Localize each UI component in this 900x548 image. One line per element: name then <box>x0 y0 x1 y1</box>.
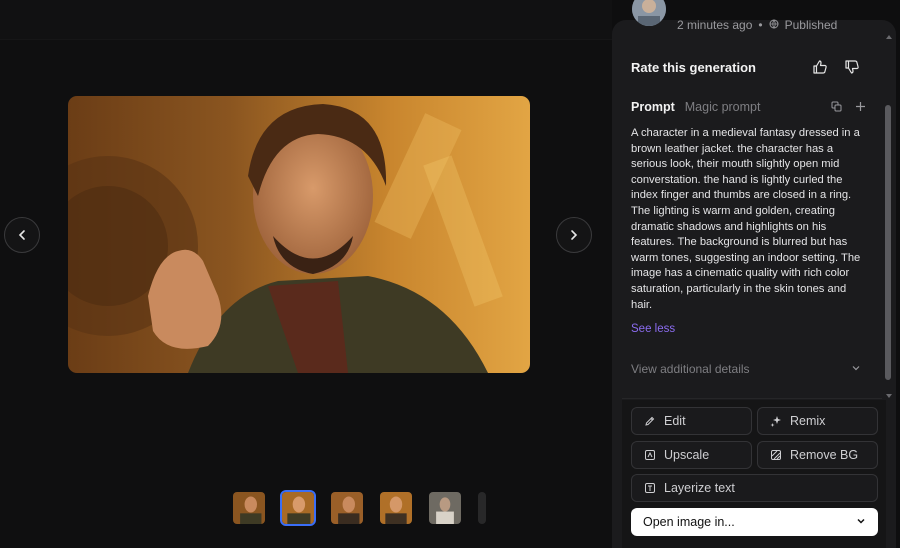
chevron-right-icon <box>571 230 578 240</box>
remove-bg-icon <box>771 450 781 460</box>
scrollbar[interactable] <box>885 95 891 395</box>
prompt-card: Prompt Magic prompt A character in a med… <box>620 92 878 392</box>
generated-image <box>68 96 530 373</box>
thumbnail[interactable] <box>231 490 267 526</box>
chevron-down-icon <box>851 362 861 376</box>
open-image-label: Open image in... <box>643 515 735 529</box>
top-bar <box>0 0 612 40</box>
scrollbar-thumb[interactable] <box>885 105 891 380</box>
see-less-link[interactable]: See less <box>631 323 675 335</box>
copy-icon[interactable] <box>830 100 842 112</box>
thumbs-down-icon[interactable] <box>843 58 861 76</box>
chevron-down-icon <box>856 515 866 529</box>
thumbnail[interactable] <box>427 490 463 526</box>
layerize-label: Layerize text <box>664 481 735 495</box>
globe-icon <box>769 18 779 32</box>
sparkle-icon <box>770 416 781 427</box>
edit-label: Edit <box>664 414 686 428</box>
thumbnail[interactable] <box>476 490 488 526</box>
visibility-status: Published <box>784 18 838 32</box>
prompt-tabs: Prompt Magic prompt <box>631 100 760 114</box>
remix-label: Remix <box>790 414 826 428</box>
divider <box>622 398 882 399</box>
layerize-text-button[interactable]: Layerize text <box>631 474 878 502</box>
upscale-label: Upscale <box>664 448 710 462</box>
remix-button[interactable]: Remix <box>757 407 878 435</box>
timestamp: 2 minutes ago <box>677 18 753 32</box>
scroll-down-arrow[interactable] <box>885 387 893 398</box>
remove-bg-button[interactable]: Remove BG <box>757 441 878 469</box>
image-viewer <box>0 0 612 548</box>
thumbs-up-icon[interactable] <box>811 58 829 76</box>
previous-image-button[interactable] <box>4 217 40 253</box>
plus-icon[interactable] <box>854 100 866 112</box>
remove-bg-label: Remove BG <box>790 448 859 462</box>
chevron-left-icon <box>18 230 25 240</box>
thumbnail[interactable] <box>329 490 365 526</box>
edit-button[interactable]: Edit <box>631 407 752 435</box>
additional-details-toggle[interactable]: View additional details <box>631 362 861 376</box>
next-image-button[interactable] <box>556 217 592 253</box>
thumbnail[interactable] <box>378 490 414 526</box>
avatar[interactable] <box>632 0 666 26</box>
prompt-text: A character in a medieval fantasy dresse… <box>631 127 861 311</box>
tab-prompt[interactable]: Prompt <box>631 100 675 114</box>
thumbnail-selected[interactable] <box>280 490 316 526</box>
separator: • <box>758 18 763 32</box>
additional-details-label: View additional details <box>631 362 750 376</box>
upscale-button[interactable]: Upscale <box>631 441 752 469</box>
publish-meta: 2 minutes ago • Published <box>612 0 896 40</box>
layerize-icon <box>645 483 655 493</box>
edit-icon <box>645 416 655 426</box>
rating-title: Rate this generation <box>631 59 756 75</box>
upscale-icon <box>645 450 655 460</box>
scroll-up-arrow[interactable] <box>885 28 893 39</box>
tab-magic-prompt[interactable]: Magic prompt <box>685 100 761 114</box>
thumbnail-strip <box>231 490 488 526</box>
rating-row: Rate this generation <box>631 58 861 76</box>
open-image-in-dropdown[interactable]: Open image in... <box>631 508 878 536</box>
